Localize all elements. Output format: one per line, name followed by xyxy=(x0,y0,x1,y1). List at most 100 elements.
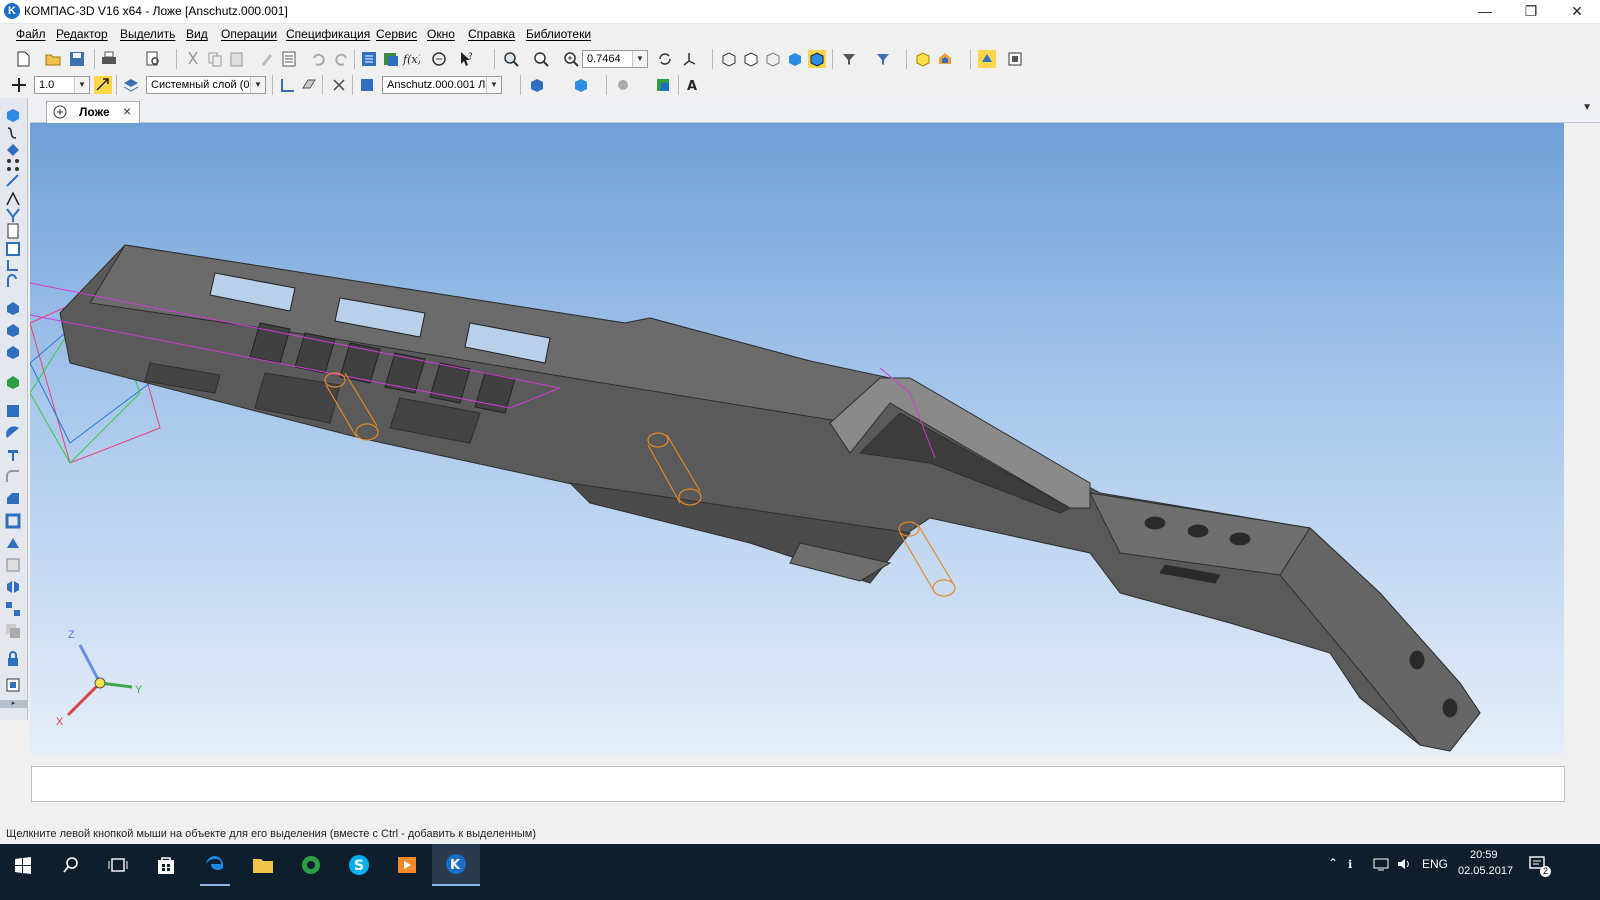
draft-icon[interactable] xyxy=(4,556,22,574)
thin-hidden-icon[interactable] xyxy=(764,50,782,68)
sheet-metal-icon[interactable] xyxy=(4,256,22,274)
menu-window[interactable]: Окно xyxy=(427,27,455,41)
cut-rotate-icon[interactable] xyxy=(4,424,22,442)
store-icon[interactable] xyxy=(156,855,176,875)
format-brush-icon[interactable] xyxy=(258,50,276,68)
properties-list-icon[interactable] xyxy=(280,50,298,68)
language-indicator[interactable]: ENG xyxy=(1422,857,1448,871)
menu-view[interactable]: Вид xyxy=(186,27,208,41)
tab-document[interactable]: Ложе × xyxy=(46,101,140,123)
extrude-icon[interactable] xyxy=(4,298,22,316)
new-document-icon[interactable] xyxy=(14,50,32,68)
section-view-icon[interactable] xyxy=(936,50,954,68)
snapping-icon[interactable] xyxy=(94,76,112,94)
undo-icon[interactable] xyxy=(310,50,328,68)
manager-icon[interactable] xyxy=(382,50,400,68)
model-tree-icon[interactable] xyxy=(360,50,378,68)
menu-help[interactable]: Справка xyxy=(468,27,515,41)
step-combobox[interactable]: 1.0 ▼ xyxy=(34,76,90,94)
auxiliary-geometry-icon[interactable] xyxy=(4,172,22,190)
mirror-icon[interactable] xyxy=(4,578,22,596)
filter-icon[interactable] xyxy=(840,50,858,68)
panel-expand-handle[interactable]: ▸ xyxy=(0,700,27,708)
network-icon[interactable] xyxy=(1372,857,1390,871)
hidden-lines-icon[interactable] xyxy=(742,50,760,68)
orientation-icon[interactable] xyxy=(680,50,698,68)
zoom-combobox[interactable]: 0.7464 ▼ xyxy=(582,50,648,68)
restore-button[interactable]: ❐ xyxy=(1508,0,1554,23)
copy-icon[interactable] xyxy=(206,50,224,68)
search-icon[interactable] xyxy=(62,856,80,874)
loft-element-icon[interactable] xyxy=(4,372,22,390)
boolean-icon[interactable] xyxy=(4,622,22,640)
chamfer-icon[interactable] xyxy=(4,490,22,508)
volume-icon[interactable] xyxy=(1396,857,1412,871)
edge-browser-icon[interactable] xyxy=(204,854,226,876)
rotate-icon[interactable] xyxy=(656,50,674,68)
hidden-objects-icon[interactable] xyxy=(978,50,996,68)
variables-fx-icon[interactable]: f(x) xyxy=(402,50,420,68)
video-player-icon[interactable] xyxy=(396,854,418,876)
shaded-edges-icon[interactable] xyxy=(808,50,826,68)
fillet-icon[interactable] xyxy=(4,468,22,486)
selection-filter-icon[interactable] xyxy=(874,50,892,68)
print-icon[interactable] xyxy=(100,50,118,68)
rib-icon[interactable] xyxy=(4,534,22,552)
document-combobox[interactable]: Anschutz.000.001 Ло ▼ xyxy=(382,76,502,94)
layers-icon[interactable] xyxy=(122,76,140,94)
specification-icon[interactable] xyxy=(4,222,22,240)
open-folder-icon[interactable] xyxy=(44,50,62,68)
measure-icon[interactable] xyxy=(430,50,448,68)
cut-extrude-icon[interactable] xyxy=(4,402,22,420)
menu-operations[interactable]: Операции xyxy=(221,27,277,41)
layer-combobox[interactable]: Системный слой (0) ▼ xyxy=(146,76,266,94)
cursor-step-icon[interactable] xyxy=(10,76,28,94)
help-pointer-icon[interactable]: ? xyxy=(458,50,476,68)
zoom-all-icon[interactable] xyxy=(502,50,520,68)
perspective-icon[interactable] xyxy=(914,50,932,68)
shell-icon[interactable] xyxy=(4,512,22,530)
zoom-window-icon[interactable] xyxy=(532,50,550,68)
chevron-down-icon[interactable]: ▼ xyxy=(632,51,647,67)
shaded-icon[interactable] xyxy=(786,50,804,68)
material-icon[interactable] xyxy=(654,76,672,94)
start-windows-icon[interactable] xyxy=(14,856,32,874)
menu-file[interactable]: Файл xyxy=(16,27,46,41)
skype-icon[interactable]: S xyxy=(348,854,370,876)
zoom-scale-icon[interactable] xyxy=(562,50,580,68)
menu-select[interactable]: Выделить xyxy=(120,27,175,41)
model-editing-icon[interactable] xyxy=(4,106,22,124)
lock-icon[interactable] xyxy=(4,650,22,668)
wireframe-icon[interactable] xyxy=(720,50,738,68)
save-icon[interactable] xyxy=(68,50,86,68)
local-cs-icon[interactable] xyxy=(278,76,296,94)
taskbar-kompas-active[interactable]: K xyxy=(432,844,480,884)
light-source-icon[interactable] xyxy=(614,76,632,94)
media-app-icon[interactable] xyxy=(300,854,322,876)
minimize-button[interactable]: — xyxy=(1462,0,1508,23)
color-scheme-icon[interactable] xyxy=(528,76,546,94)
array-element-icon[interactable] xyxy=(4,600,22,618)
tab-close-icon[interactable]: × xyxy=(123,103,131,119)
menu-service[interactable]: Сервис xyxy=(376,27,417,41)
redo-icon[interactable] xyxy=(332,50,350,68)
document-link-icon[interactable] xyxy=(358,76,376,94)
menu-specification[interactable]: Спецификация xyxy=(286,27,370,41)
plane-icon[interactable] xyxy=(300,76,318,94)
chevron-down-icon[interactable]: ▼ xyxy=(250,77,265,93)
close-button[interactable]: ✕ xyxy=(1554,0,1600,23)
rotate-element-icon[interactable] xyxy=(4,320,22,338)
task-view-icon[interactable] xyxy=(108,856,128,874)
file-explorer-icon[interactable] xyxy=(252,855,274,875)
clock-time[interactable]: 20:59 xyxy=(1470,849,1498,861)
appearance-icon[interactable] xyxy=(572,76,590,94)
display-settings-icon[interactable] xyxy=(1006,50,1024,68)
kinematic-element-icon[interactable] xyxy=(4,342,22,360)
paste-icon[interactable] xyxy=(228,50,246,68)
chevron-down-icon[interactable]: ▼ xyxy=(486,77,501,93)
print-preview-icon[interactable] xyxy=(144,50,162,68)
language-tool-icon[interactable]: ℹ xyxy=(1348,857,1364,871)
elements-icon[interactable] xyxy=(4,273,22,291)
tray-expand-icon[interactable]: ⌃ xyxy=(1328,856,1338,870)
orientation-selector-icon[interactable] xyxy=(330,76,348,94)
